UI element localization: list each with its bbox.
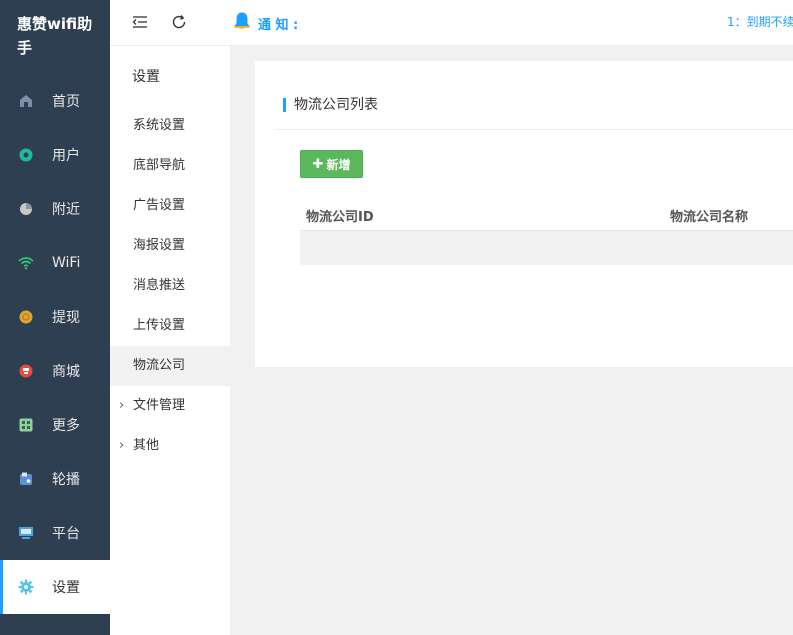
divider [275, 129, 793, 130]
subnav-item-system[interactable]: 系统设置 [110, 106, 230, 146]
sidebar-item-nearby[interactable]: 附近 [0, 182, 110, 236]
shop-icon [18, 363, 34, 379]
sidebar-item-label: 附近 [52, 202, 80, 218]
card-title: 物流公司列表 [283, 97, 378, 113]
sidebar-item-label: 首页 [52, 94, 80, 110]
subnav-item-other[interactable]: › 其他 [110, 426, 230, 466]
sidebar-item-label: WiFi [52, 255, 81, 271]
main-nav: 首页 用户 附近 WiFi 提现 商城 更多 轮播 平台 设置 [0, 74, 110, 614]
sidebar-item-wifi[interactable]: WiFi [0, 236, 110, 290]
logistics-table: 物流公司ID 物流公司名称 [300, 198, 793, 265]
plus-icon: ✚ [312, 156, 324, 172]
sidebar-item-shop[interactable]: 商城 [0, 344, 110, 398]
subnav-item-label: 上传设置 [133, 318, 186, 333]
sidebar-item-label: 轮播 [52, 472, 80, 488]
settings-icon [18, 579, 34, 595]
subnav-item-files[interactable]: › 文件管理 [110, 386, 230, 426]
sidebar-item-label: 提现 [52, 310, 80, 326]
subnav-item-label: 物流公司 [133, 358, 186, 373]
add-button[interactable]: ✚ 新增 [300, 150, 363, 178]
column-header-id: 物流公司ID [306, 210, 374, 225]
sidebar-item-label: 更多 [52, 418, 80, 434]
nearby-icon [18, 201, 34, 217]
subnav-item-upload[interactable]: 上传设置 [110, 306, 230, 346]
sidebar-item-more[interactable]: 更多 [0, 398, 110, 452]
bell-icon [233, 11, 251, 35]
sidebar-item-label: 设置 [52, 580, 80, 596]
column-header-name: 物流公司名称 [670, 210, 749, 225]
collapse-menu-icon[interactable] [130, 12, 150, 32]
subnav-item-label: 海报设置 [133, 238, 186, 253]
sidebar-item-withdraw[interactable]: 提现 [0, 290, 110, 344]
subnav-item-poster[interactable]: 海报设置 [110, 226, 230, 266]
app-title: 惠赞wifi助手 [17, 15, 93, 57]
subnav-item-push[interactable]: 消息推送 [110, 266, 230, 306]
logistics-card: 物流公司列表 ✚ 新增 物流公司ID 物流公司名称 [255, 61, 793, 367]
subnav-item-ads[interactable]: 广告设置 [110, 186, 230, 226]
subnav-item-label: 文件管理 [133, 398, 186, 413]
subnav-item-bottom-nav[interactable]: 底部导航 [110, 146, 230, 186]
sidebar-item-home[interactable]: 首页 [0, 74, 110, 128]
platform-icon [18, 525, 34, 541]
sidebar-item-carousel[interactable]: 轮播 [0, 452, 110, 506]
subnav-item-logistics[interactable]: 物流公司 [110, 346, 230, 386]
chevron-right-icon: › [119, 438, 125, 453]
table-header: 物流公司ID 物流公司名称 [300, 198, 793, 231]
home-icon [18, 93, 34, 109]
sidebar-item-users[interactable]: 用户 [0, 128, 110, 182]
notice-marquee: 1：到期不续 [727, 15, 793, 29]
subnav-item-label: 广告设置 [133, 198, 186, 213]
sidebar-item-label: 商城 [52, 364, 80, 380]
notice-label: 通 知 : [258, 17, 299, 33]
carousel-icon [18, 471, 34, 487]
user-icon [18, 147, 34, 163]
table-empty-row [300, 231, 793, 265]
subnav-title: 设置 [132, 69, 160, 85]
notice-bar: 通 知 : [233, 11, 298, 35]
sidebar-item-platform[interactable]: 平台 [0, 506, 110, 560]
chevron-right-icon: › [119, 398, 125, 413]
withdraw-icon [18, 309, 34, 325]
subnav-item-label: 底部导航 [133, 158, 186, 173]
main-sidebar: 惠赞wifi助手 首页 用户 附近 WiFi 提现 商城 更多 轮播 平台 设置 [0, 0, 110, 635]
sidebar-item-label: 用户 [52, 148, 80, 164]
wifi-icon [18, 255, 34, 271]
top-header: 通 知 : 1：到期不续 [110, 0, 793, 46]
subnav-item-label: 其他 [133, 438, 160, 453]
more-icon [18, 417, 34, 433]
sidebar-item-settings[interactable]: 设置 [0, 560, 110, 614]
refresh-icon[interactable] [169, 12, 189, 32]
subnav-item-label: 系统设置 [133, 118, 186, 133]
sidebar-item-label: 平台 [52, 526, 80, 542]
subnav-item-label: 消息推送 [133, 278, 186, 293]
add-button-label: 新增 [326, 157, 351, 172]
settings-subnav: 设置 系统设置 底部导航 广告设置 海报设置 消息推送 上传设置 物流公司 › … [110, 46, 230, 635]
